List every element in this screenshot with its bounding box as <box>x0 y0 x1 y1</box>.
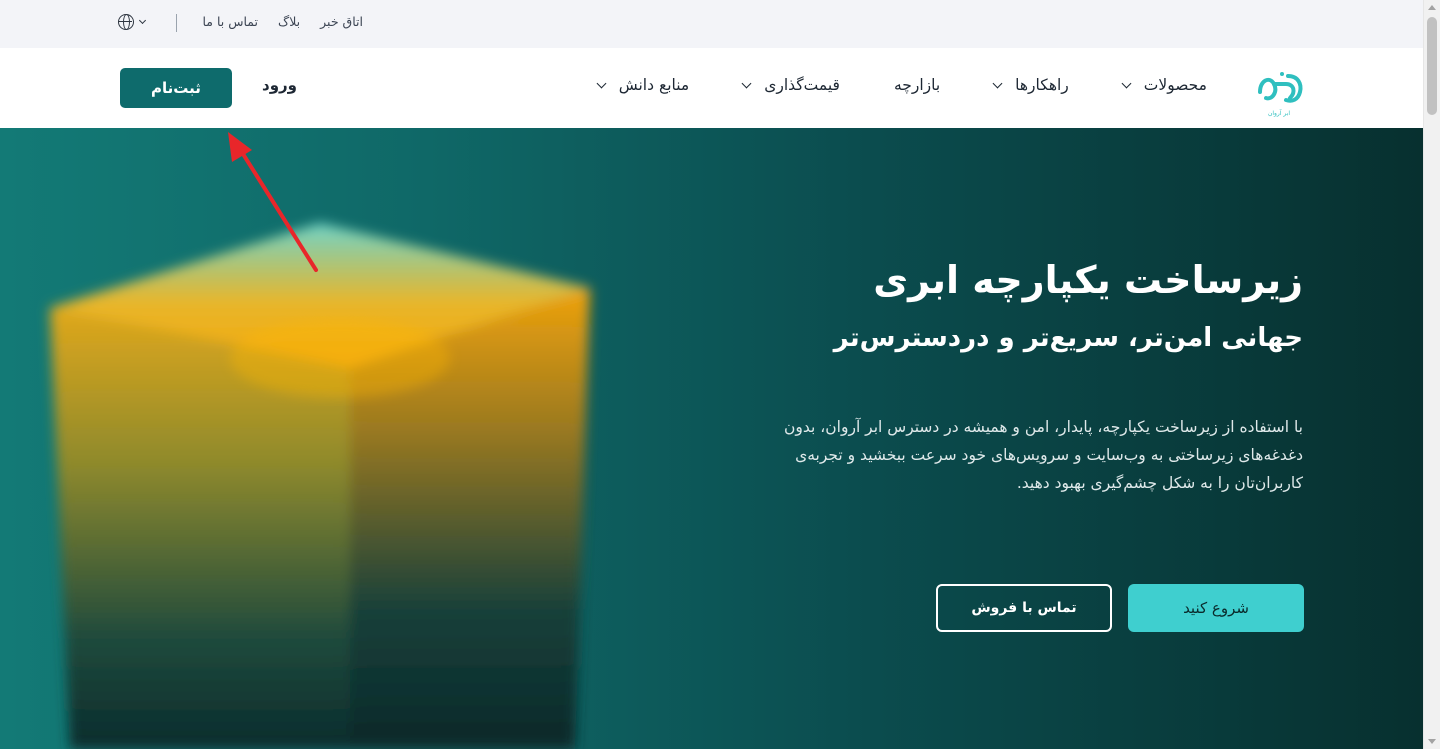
start-button[interactable]: شروع کنید <box>1128 584 1304 632</box>
contact-sales-button[interactable]: تماس با فروش <box>936 584 1112 632</box>
glowing-cube-illustration <box>50 223 590 749</box>
hero-title: زیرساخت یکپارچه ابری <box>873 258 1303 302</box>
hero-description: با استفاده از زیرساخت یکپارچه، پایدار، ا… <box>784 418 1303 493</box>
nav-item-label: منابع دانش <box>618 76 690 94</box>
login-link[interactable]: ورود <box>262 76 297 94</box>
nav-item-marketplace[interactable]: بازارچه <box>894 76 940 94</box>
nav-item-label: بازارچه <box>893 76 941 94</box>
vertical-scrollbar[interactable] <box>1423 0 1440 749</box>
chevron-down-icon <box>741 78 752 88</box>
scroll-up-arrow-icon[interactable] <box>1428 5 1436 10</box>
nav-item-solutions[interactable]: راهکارها <box>992 76 1069 94</box>
scrollbar-thumb[interactable] <box>1427 17 1437 115</box>
utility-link-blog[interactable]: بلاگ <box>278 14 300 29</box>
hero-subtitle: جهانی امن‌تر، سریع‌تر و دردسترس‌تر <box>833 322 1303 353</box>
signup-button[interactable]: ثبت‌نام <box>120 68 232 108</box>
hero-text-block: زیرساخت یکپارچه ابری جهانی امن‌تر، سریع‌… <box>723 258 1303 497</box>
page: اتاق خبر بلاگ تماس با ما ابر آروان محصول… <box>0 0 1423 749</box>
top-utility-bar: اتاق خبر بلاگ تماس با ما <box>0 0 1423 48</box>
utility-link-contact[interactable]: تماس با ما <box>203 14 259 29</box>
nav-item-label: محصولات <box>1143 76 1207 94</box>
chevron-down-icon <box>1121 78 1132 88</box>
chevron-down-icon <box>138 16 147 24</box>
chevron-down-icon <box>992 78 1003 88</box>
utility-links: اتاق خبر بلاگ تماس با ما <box>203 14 364 29</box>
chevron-down-icon <box>596 78 607 88</box>
logo-caption: ابر آروان <box>1268 108 1290 117</box>
nav-item-label: قیمت‌گذاری <box>764 76 840 94</box>
nav-item-products[interactable]: محصولات <box>1121 76 1207 94</box>
globe-icon <box>118 14 134 30</box>
nav-menu: محصولات راهکارها بازارچه قیمت‌گذاری مناب… <box>596 76 1207 94</box>
nav-item-label: راهکارها <box>1015 76 1069 94</box>
scroll-down-arrow-icon[interactable] <box>1428 739 1436 744</box>
utility-link-newsroom[interactable]: اتاق خبر <box>320 14 363 29</box>
main-navigation: ابر آروان محصولات راهکارها بازارچه قیمت‌… <box>0 48 1423 128</box>
language-selector[interactable] <box>118 14 147 30</box>
nav-item-pricing[interactable]: قیمت‌گذاری <box>741 76 840 94</box>
nav-item-resources[interactable]: منابع دانش <box>596 76 690 94</box>
hero-section: زیرساخت یکپارچه ابری جهانی امن‌تر، سریع‌… <box>0 128 1423 749</box>
utility-divider <box>176 14 177 32</box>
arvancloud-logo[interactable]: ابر آروان <box>1252 62 1306 118</box>
